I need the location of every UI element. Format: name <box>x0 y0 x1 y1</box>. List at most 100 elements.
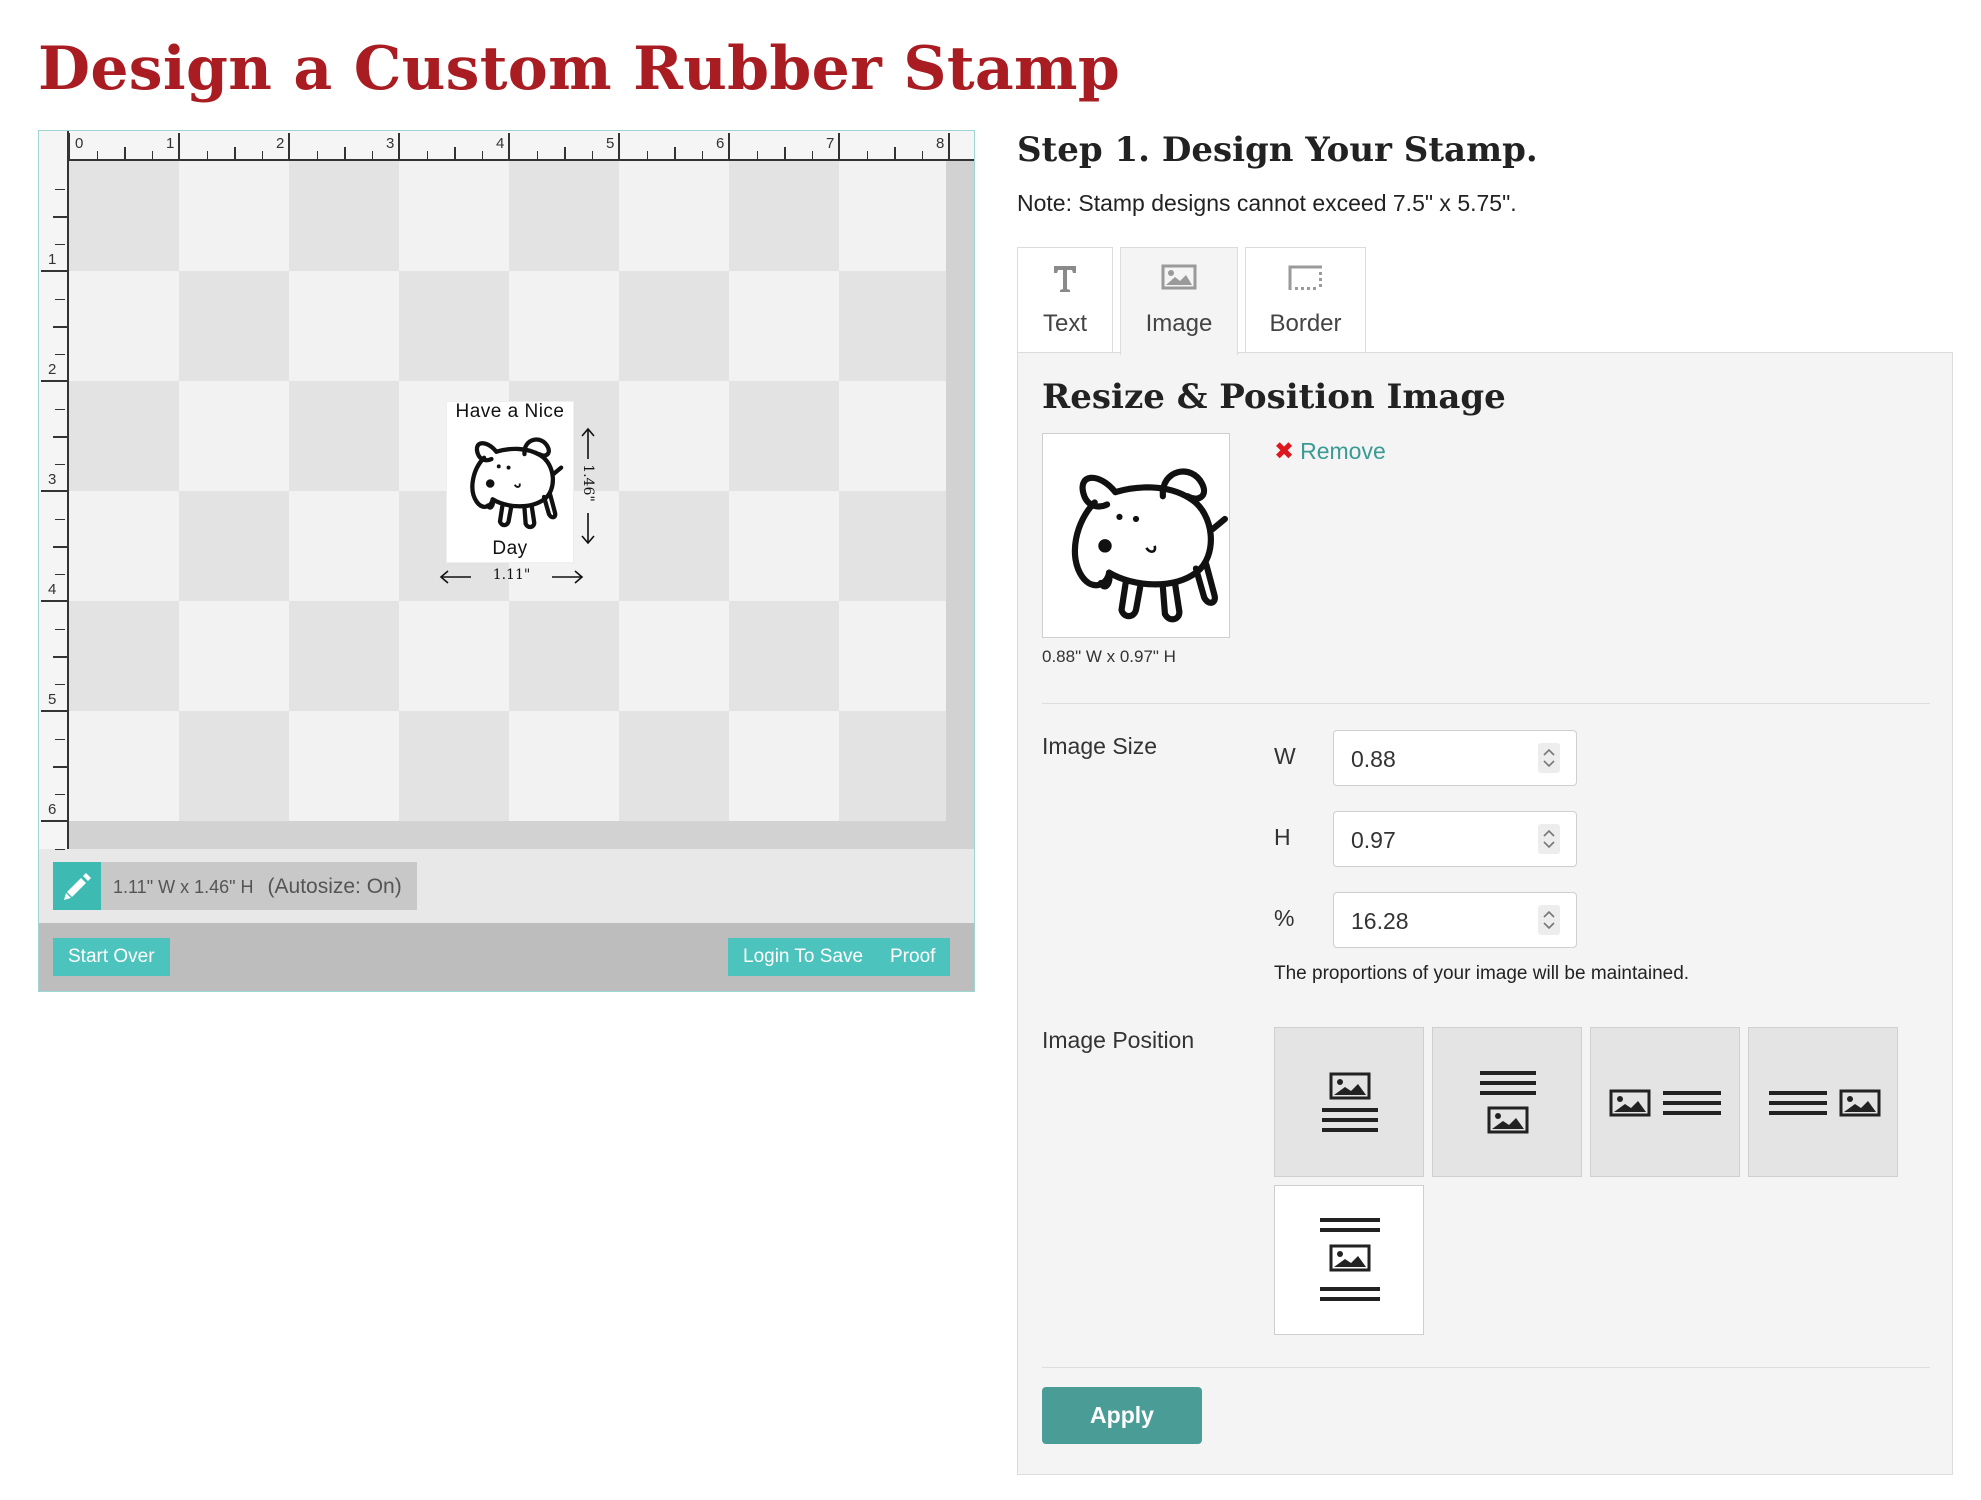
image-thumbnail <box>1042 433 1230 638</box>
proof-button[interactable]: Proof <box>875 938 951 976</box>
image-position-label: Image Position <box>1042 1027 1195 1053</box>
border-icon <box>1288 265 1322 290</box>
ruler-minor-tick <box>674 147 676 161</box>
stamp-width-label: 1.11" <box>492 567 531 583</box>
tab-text-label: Text <box>1042 310 1087 337</box>
ruler-minor-tick <box>646 151 648 161</box>
image-left-of-text-icon <box>1609 1089 1721 1117</box>
stamp-width-indicator: 1.11" <box>439 566 584 588</box>
ruler-minor-tick <box>564 147 566 161</box>
ruler-minor-tick <box>55 298 65 300</box>
stepper-arrows-icon <box>1543 748 1555 768</box>
ruler-minor-tick <box>894 147 896 161</box>
percent-value: 16.28 <box>1351 908 1409 934</box>
image-above-text-icon <box>1322 1072 1378 1132</box>
ruler-number: 8 <box>936 135 945 152</box>
canvas-grid-cell <box>179 161 289 271</box>
canvas-grid-cell <box>399 711 509 821</box>
position-image-left-of-text-button[interactable] <box>1590 1027 1740 1177</box>
ruler-minor-tick <box>55 573 65 575</box>
image-settings-panel: Resize & Position Image 0.88" W x 0.97" … <box>1017 352 1953 1475</box>
tab-image[interactable]: Image <box>1120 247 1238 355</box>
tab-text[interactable]: Text <box>1017 247 1113 353</box>
ruler-minor-tick <box>536 151 538 161</box>
ruler-minor-tick <box>454 147 456 161</box>
ruler-major-tick <box>398 133 400 161</box>
canvas-grid-cell <box>729 601 839 711</box>
canvas-grid-cell <box>69 161 179 271</box>
start-over-button[interactable]: Start Over <box>53 938 170 976</box>
canvas-grid-cell <box>619 161 729 271</box>
proportions-note: The proportions of your image will be ma… <box>1274 963 1690 984</box>
canvas-grid-cell <box>179 381 289 491</box>
stamp-preview[interactable]: Have a Nice Day <box>446 401 574 563</box>
stamp-text-line-2[interactable]: Day <box>447 538 573 560</box>
ruler-minor-tick <box>784 147 786 161</box>
canvas-grid-cell <box>69 381 179 491</box>
canvas-grid-cell <box>839 491 946 601</box>
ruler-major-tick <box>41 490 69 492</box>
designer-action-bar: Start Over Login To Save Proof <box>39 923 974 991</box>
percent-stepper[interactable] <box>1538 905 1560 935</box>
ruler-minor-tick <box>55 463 65 465</box>
canvas-grid-cell <box>289 161 399 271</box>
ruler-number: 4 <box>48 581 57 598</box>
stamp-text-line-1[interactable]: Have a Nice <box>447 401 573 423</box>
ruler-minor-tick <box>55 793 65 795</box>
ruler-major-tick <box>618 133 620 161</box>
height-input[interactable]: 0.97 <box>1333 811 1577 867</box>
remove-label: Remove <box>1300 438 1386 464</box>
ruler-minor-tick <box>206 151 208 161</box>
apply-button[interactable]: Apply <box>1042 1387 1202 1444</box>
canvas-grid-cell <box>619 271 729 381</box>
login-to-save-button[interactable]: Login To Save <box>728 938 879 976</box>
tab-border[interactable]: Border <box>1245 247 1366 353</box>
canvas-grid-cell <box>839 381 946 491</box>
canvas-grid-cell <box>729 711 839 821</box>
text-icon <box>1054 266 1076 292</box>
width-stepper[interactable] <box>1538 743 1560 773</box>
height-label: H <box>1274 824 1291 850</box>
canvas-grid-cell <box>839 271 946 381</box>
image-icon <box>1161 264 1197 290</box>
canvas-grid-cell <box>619 601 729 711</box>
canvas-grid-cell <box>509 711 619 821</box>
ruler-minor-tick <box>55 518 65 520</box>
canvas-grid-cell <box>69 271 179 381</box>
image-right-of-text-icon <box>1769 1089 1881 1117</box>
size-bar: 1.11" W x 1.46" H (Autosize: On) <box>53 862 417 910</box>
ruler-minor-tick <box>481 151 483 161</box>
dog-thumbnail-icon <box>1071 468 1228 623</box>
ruler-minor-tick <box>96 151 98 161</box>
size-limit-note: Note: Stamp designs cannot exceed 7.5" x… <box>1017 190 1517 216</box>
ruler-minor-tick <box>55 243 65 245</box>
percent-label: % <box>1274 905 1295 931</box>
canvas-grid-cell <box>729 271 839 381</box>
canvas-grid-cell <box>399 161 509 271</box>
height-value: 0.97 <box>1351 827 1396 853</box>
stepper-arrows-icon <box>1543 910 1555 930</box>
image-size-label: Image Size <box>1042 733 1158 759</box>
percent-input[interactable]: 16.28 <box>1333 892 1577 948</box>
position-image-above-text-button[interactable] <box>1274 1027 1424 1177</box>
canvas-grid-cell <box>179 601 289 711</box>
position-image-right-of-text-button[interactable] <box>1748 1027 1898 1177</box>
canvas-grid-cell <box>729 491 839 601</box>
edit-size-button[interactable] <box>53 862 101 910</box>
width-input[interactable]: 0.88 <box>1333 730 1577 786</box>
canvas-grid-cell <box>509 271 619 381</box>
ruler-major-tick <box>178 133 180 161</box>
image-between-text-icon <box>1320 1218 1380 1301</box>
ruler-vertical: 1 2 3 4 5 6 <box>39 131 69 905</box>
height-stepper[interactable] <box>1538 824 1560 854</box>
position-image-between-text-button[interactable] <box>1274 1185 1424 1335</box>
position-image-below-text-button[interactable] <box>1432 1027 1582 1177</box>
canvas-scrollbar-vertical[interactable] <box>946 161 974 821</box>
remove-image-link[interactable]: ✖ Remove <box>1274 437 1386 466</box>
canvas-scrollbar-horizontal[interactable] <box>39 821 974 849</box>
page-title: Design a Custom Rubber Stamp <box>38 34 1121 104</box>
tab-border-label: Border <box>1269 310 1342 337</box>
step-title: Step 1. Design Your Stamp. <box>1017 130 1538 170</box>
ruler-minor-tick <box>591 151 593 161</box>
dog-illustration-icon[interactable] <box>455 426 567 530</box>
